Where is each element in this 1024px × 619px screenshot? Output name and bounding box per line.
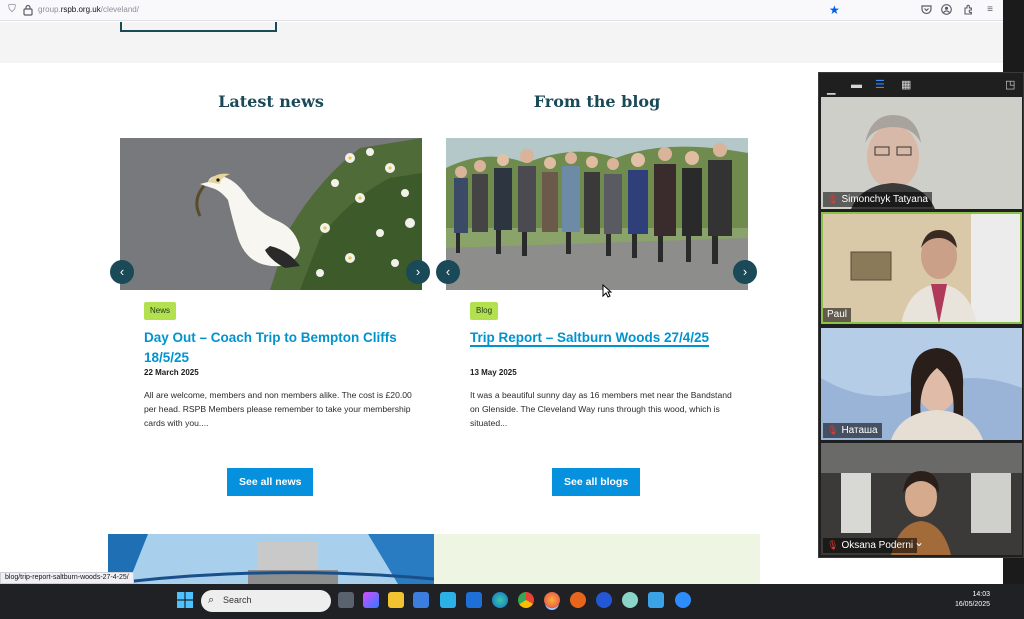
- blog-carousel-next-button[interactable]: ›: [733, 260, 757, 284]
- taskbar: ⌕ Search 14:03 16/05/2025: [0, 584, 1024, 619]
- menu-icon[interactable]: ≡: [984, 4, 996, 16]
- blog-image-group-photo[interactable]: [446, 138, 748, 290]
- taskbar-clock[interactable]: 14:03 16/05/2025: [955, 590, 990, 610]
- taskbar-search[interactable]: ⌕ Search: [201, 590, 331, 612]
- previous-section-button[interactable]: [120, 22, 277, 32]
- news-excerpt: All are welcome, members and non members…: [144, 390, 412, 428]
- news-tag[interactable]: News: [144, 302, 177, 320]
- clock-time: 14:03: [972, 591, 990, 598]
- participant-name-3: 🎙 Наташа: [823, 423, 882, 438]
- zoom-app-icon[interactable]: [675, 592, 691, 608]
- firefox-icon[interactable]: [544, 592, 560, 608]
- status-bar-url: blog/trip-report-saltburn-woods-27-4-25/: [0, 572, 134, 584]
- search-icon: ⌕: [208, 594, 215, 606]
- file-explorer-icon[interactable]: [388, 592, 404, 608]
- speaker-view-icon[interactable]: ▬: [851, 79, 862, 91]
- from-the-blog-heading: From the blog: [533, 92, 661, 111]
- app-icon-orange[interactable]: [570, 592, 586, 608]
- mic-muted-icon: 🎙: [827, 425, 839, 435]
- clock-date: 16/05/2025: [954, 601, 990, 608]
- blog-tag[interactable]: Blog: [470, 302, 499, 320]
- news-date: 22 March 2025: [144, 368, 199, 377]
- app-icon-notes[interactable]: [648, 592, 664, 608]
- gallery-view-icon[interactable]: ▦: [901, 79, 911, 91]
- app-icon-blue[interactable]: [596, 592, 612, 608]
- screen: ⛉ group.rspb.org.uk/cleveland/ ★ ≡ Lates…: [0, 0, 1024, 619]
- strip-view-icon[interactable]: ☰: [875, 79, 885, 91]
- lock-icon[interactable]: [22, 4, 34, 16]
- news-carousel-next-button[interactable]: ›: [406, 260, 430, 284]
- blog-title-link[interactable]: Trip Report – Saltburn Woods 27/4/25: [470, 328, 730, 348]
- store-icon[interactable]: [413, 592, 429, 608]
- news-image-gannet[interactable]: [120, 138, 422, 290]
- green-panel: [434, 534, 760, 584]
- blog-excerpt: It was a beautiful sunny day as 16 membe…: [470, 390, 732, 428]
- zoom-panel-toolbar: ▁ ▬ ☰ ▦ ◳: [819, 73, 1024, 97]
- extensions-icon[interactable]: [962, 4, 974, 16]
- participant-name-1: 🎙 Simonchyk Tatyana: [823, 192, 932, 207]
- windows-start-icon[interactable]: [177, 592, 193, 613]
- participant-tile-3[interactable]: 🎙 Наташа: [821, 328, 1022, 440]
- blog-carousel-prev-button[interactable]: ‹: [436, 260, 460, 284]
- participant-name-2: Paul: [823, 308, 852, 322]
- task-view-icon[interactable]: [338, 592, 354, 608]
- latest-news-heading: Latest news: [218, 92, 324, 111]
- participant-tile-1[interactable]: 🎙 Simonchyk Tatyana: [821, 97, 1022, 209]
- exit-minimized-icon[interactable]: ◳: [1005, 79, 1015, 91]
- participant-tile-2[interactable]: Paul: [821, 212, 1022, 324]
- chevron-down-icon[interactable]: ⌄: [914, 535, 924, 549]
- mic-muted-icon: 🎙: [827, 540, 839, 550]
- pocket-icon[interactable]: [920, 4, 932, 16]
- see-all-blogs-button[interactable]: See all blogs: [552, 468, 641, 496]
- see-all-news-button[interactable]: See all news: [227, 468, 314, 496]
- mic-muted-icon: 🎙: [827, 194, 839, 204]
- news-title-link[interactable]: Day Out – Coach Trip to Bempton Cliffs 1…: [144, 328, 404, 368]
- chrome-icon[interactable]: [518, 592, 534, 608]
- app-icon-teal[interactable]: [622, 592, 638, 608]
- minimize-icon[interactable]: ▁: [827, 83, 835, 95]
- url-text[interactable]: group.rspb.org.uk/cleveland/: [38, 4, 139, 16]
- account-icon[interactable]: [940, 4, 952, 16]
- zoom-video-panel[interactable]: ▁ ▬ ☰ ▦ ◳ 🎙 Simonchyk Tatyana Paul 🎙 Нат…: [818, 72, 1024, 558]
- teams-icon[interactable]: [440, 592, 456, 608]
- blog-date: 13 May 2025: [470, 368, 517, 377]
- browser-url-bar[interactable]: ⛉ group.rspb.org.uk/cleveland/ ★ ≡: [0, 0, 1003, 21]
- news-carousel-prev-button[interactable]: ‹: [110, 260, 134, 284]
- mouse-cursor-icon: [602, 284, 612, 298]
- edge-icon[interactable]: [492, 592, 508, 608]
- bookmark-star-icon[interactable]: ★: [829, 3, 840, 17]
- transporter-bridge-image[interactable]: [108, 534, 434, 584]
- top-band: [0, 22, 1003, 63]
- news-app-icon[interactable]: [466, 592, 482, 608]
- shield-icon[interactable]: ⛉: [6, 4, 18, 16]
- copilot-icon[interactable]: [363, 592, 379, 608]
- participant-name-4: 🎙 Oksana Poderni: [823, 538, 918, 553]
